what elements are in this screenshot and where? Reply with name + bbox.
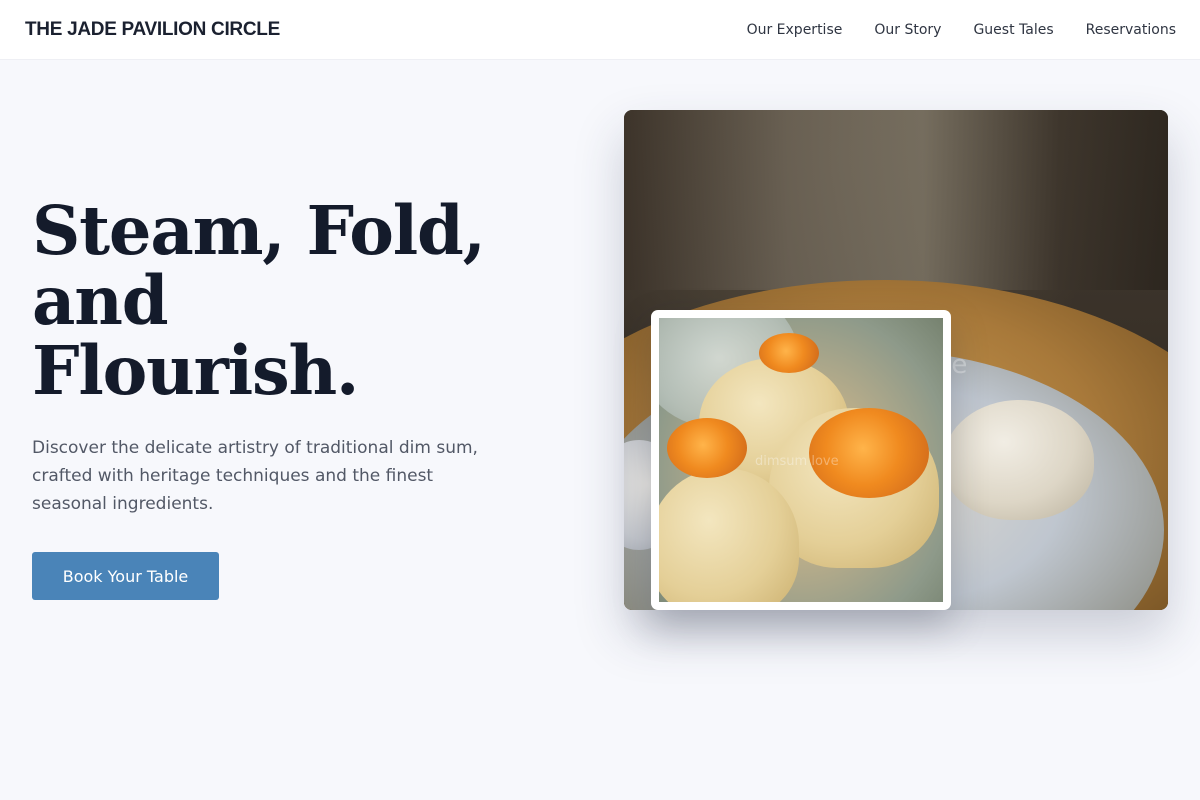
- siu-mai-inset-photo: dimsum love: [651, 310, 951, 610]
- hero-subtitle: Discover the delicate artistry of tradit…: [32, 438, 478, 514]
- book-table-button[interactable]: Book Your Table: [32, 552, 219, 600]
- roe-topping-1: [759, 333, 819, 373]
- hero-title: Steam, Fold, and Flourish.: [32, 196, 502, 406]
- nav-link-our-expertise[interactable]: Our Expertise: [747, 22, 843, 38]
- hero-title-line-1: Steam, Fold,: [32, 191, 486, 270]
- brand-logo-text[interactable]: THE JADE PAVILION CIRCLE: [25, 19, 280, 41]
- top-navbar: THE JADE PAVILION CIRCLE Our Expertise O…: [0, 0, 1200, 59]
- roe-topping-2: [667, 418, 747, 478]
- main-nav: Our Expertise Our Story Guest Tales Rese…: [747, 22, 1176, 38]
- hero-text-block: Steam, Fold, and Flourish. Discover the …: [32, 196, 502, 600]
- nav-link-reservations[interactable]: Reservations: [1086, 22, 1176, 38]
- roe-topping-3: [809, 408, 929, 498]
- dumpling-right: [944, 400, 1094, 520]
- siu-mai-photo-content: dimsum love: [659, 318, 943, 602]
- nav-link-our-story[interactable]: Our Story: [874, 22, 941, 38]
- nav-link-guest-tales[interactable]: Guest Tales: [973, 22, 1053, 38]
- photo-blurred-background: [624, 110, 1168, 290]
- inset-watermark: dimsum love: [755, 454, 839, 469]
- hero-title-line-2: and Flourish.: [32, 261, 359, 410]
